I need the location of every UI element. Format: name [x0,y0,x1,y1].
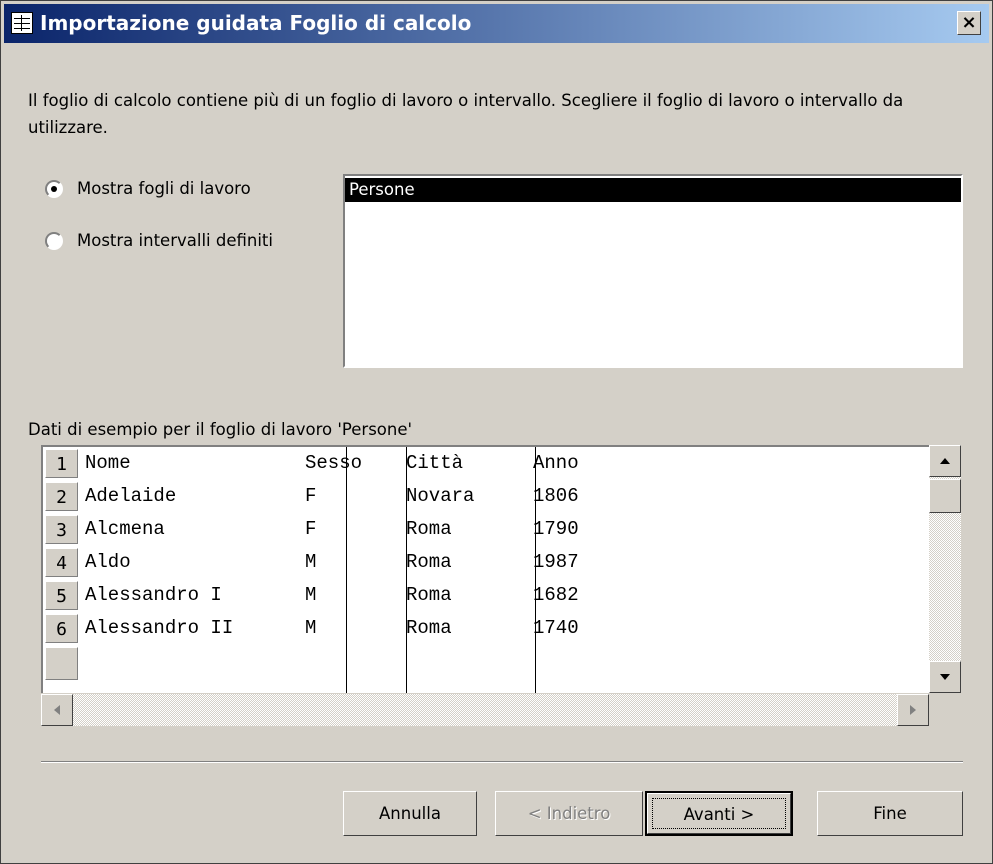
cell-nome: Alessandro II [85,617,234,639]
import-wizard-window: Importazione guidata Foglio di calcolo ×… [0,0,993,864]
arrow-right-icon [910,705,916,715]
radio-show-named-ranges-label: Mostra intervalli definiti [77,231,273,250]
arrow-down-icon [940,674,950,680]
cell-anno: 1987 [533,551,579,573]
finish-button[interactable]: Fine [817,791,963,836]
close-button[interactable]: × [957,11,981,35]
cell-sesso: M [305,617,317,639]
scroll-left-button[interactable] [41,694,73,726]
row-number: 1 [45,449,78,478]
sample-data-label: Dati di esempio per il foglio di lavoro … [28,420,413,439]
cell-anno: Anno [533,452,579,474]
cell-sesso: F [305,485,317,507]
title-bar: Importazione guidata Foglio di calcolo × [4,4,989,43]
table-icon [11,12,33,34]
cell-nome: Nome [85,452,131,474]
row-number: 2 [45,482,78,511]
table-row: 1 Nome Sesso Città Anno [43,447,929,480]
cancel-button-label: Annulla [379,804,441,823]
scroll-thumb[interactable] [929,479,961,513]
table-row: 4 Aldo M Roma 1987 [43,546,929,579]
cell-sesso: F [305,518,317,540]
cancel-button[interactable]: Annulla [343,791,477,836]
row-number: 4 [45,548,78,577]
cell-nome: Aldo [85,551,131,573]
horizontal-scrollbar[interactable] [41,694,929,726]
cell-nome: Alessandro I [85,584,222,606]
next-button-label: Avanti > [683,805,755,824]
vertical-scrollbar[interactable] [929,445,961,693]
cell-citta: Roma [406,551,452,573]
cell-citta: Città [406,452,464,474]
instruction-text: Il foglio di calcolo contiene più di un … [28,91,904,137]
radio-unselected-icon [45,232,63,250]
radio-selected-icon [45,180,63,198]
finish-button-label: Fine [873,804,907,823]
table-row-partial [43,645,929,680]
close-icon: × [961,12,977,33]
back-button[interactable]: < Indietro [495,791,643,836]
cell-nome: Alcmena [85,518,165,540]
table-row: 6 Alessandro II M Roma 1740 [43,612,929,645]
cell-citta: Roma [406,584,452,606]
row-number: 6 [45,614,78,643]
sheet-listbox[interactable]: Persone [343,174,963,368]
cell-citta: Roma [406,518,452,540]
cell-anno: 1682 [533,584,579,606]
cell-citta: Novara [406,485,475,507]
table-row: 2 Adelaide F Novara 1806 [43,480,929,513]
cell-anno: 1740 [533,617,579,639]
sample-data-grid: 1 Nome Sesso Città Anno 2 Adelaide F Nov… [41,445,929,693]
scroll-down-button[interactable] [929,661,961,693]
cell-sesso: M [305,584,317,606]
window-title: Importazione guidata Foglio di calcolo [40,11,472,35]
radio-show-worksheets-label: Mostra fogli di lavoro [77,179,251,198]
table-row: 5 Alessandro I M Roma 1682 [43,579,929,612]
cell-citta: Roma [406,617,452,639]
row-number-partial [45,647,78,680]
scroll-right-button[interactable] [897,694,929,726]
row-number: 3 [45,515,78,544]
row-number: 5 [45,581,78,610]
table-row: 3 Alcmena F Roma 1790 [43,513,929,546]
scroll-up-button[interactable] [929,445,961,477]
cell-sesso: Sesso [305,452,363,474]
radio-show-named-ranges[interactable]: Mostra intervalli definiti [45,228,305,254]
radio-show-worksheets[interactable]: Mostra fogli di lavoro [45,176,305,202]
cell-anno: 1790 [533,518,579,540]
next-button[interactable]: Avanti > [645,791,793,836]
cell-nome: Adelaide [85,485,177,507]
separator [41,761,963,763]
back-button-label: < Indietro [527,804,611,823]
list-item-persone[interactable]: Persone [345,178,961,202]
cell-anno: 1806 [533,485,579,507]
arrow-left-icon [54,705,60,715]
cell-sesso: M [305,551,317,573]
arrow-up-icon [940,458,950,464]
